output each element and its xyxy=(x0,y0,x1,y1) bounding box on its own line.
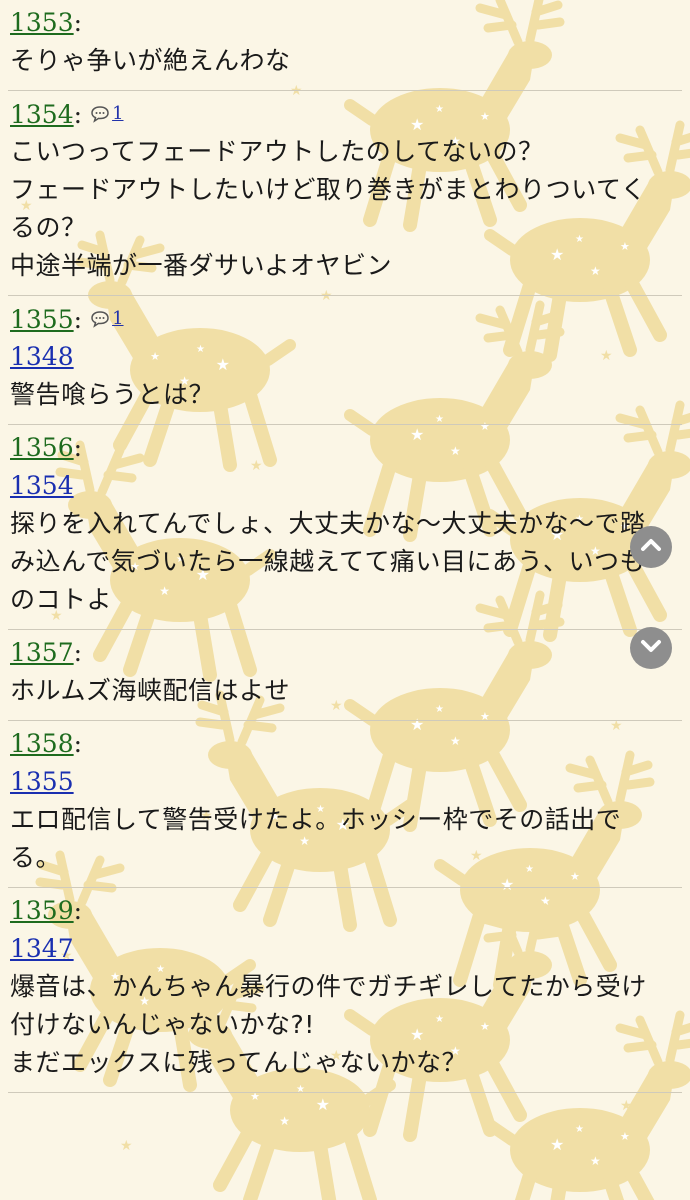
anchor-link[interactable]: 1355 xyxy=(10,763,682,801)
post-body: ホルムズ海峡配信はよせ xyxy=(10,672,682,710)
body-line: そりゃ争いが絶えんわな xyxy=(10,46,291,75)
reply-count-link[interactable]: 1 xyxy=(90,300,124,338)
colon: : xyxy=(73,433,83,462)
body-line: る。 xyxy=(10,843,62,872)
post-body: こいつってフェードアウトしたのしてないの？ フェードアウトしたいけど取り巻きがま… xyxy=(10,133,682,285)
body-line: 付けないんじゃないかな?! xyxy=(10,1010,315,1039)
post-body: エロ配信して警告受けたよ。ホッシー枠でその話出で る。 xyxy=(10,801,682,877)
body-line: 警告喰らうとは？ xyxy=(10,380,215,409)
speech-bubble-icon xyxy=(90,310,110,328)
body-line: こいつってフェードアウトしたのしてないの？ xyxy=(10,137,544,166)
post-body: 探りを入れてんでしょ、大丈夫かな〜大丈夫かな〜で踏 み込んで気づいたら一線越えて… xyxy=(10,505,682,619)
post-number-link[interactable]: 1359 xyxy=(10,892,74,930)
post-1357: 1357: ホルムズ海峡配信はよせ xyxy=(8,630,682,721)
post-header: 1358: xyxy=(10,725,682,763)
post-number-link[interactable]: 1358 xyxy=(10,725,74,763)
post-1355: 1355: 1 1348 警告喰らうとは？ xyxy=(8,296,682,425)
post-header: 1359: xyxy=(10,892,682,930)
thread: 1353: そりゃ争いが絶えんわな 1354: 1 こいつってフェードアウトした… xyxy=(0,0,682,1093)
body-line: 中途半端が一番ダサいよオヤビン xyxy=(10,251,393,280)
anchor-link[interactable]: 1347 xyxy=(10,930,682,968)
post-number-link[interactable]: 1357 xyxy=(10,634,74,672)
colon: : xyxy=(73,638,83,667)
body-line: 探りを入れてんでしょ、大丈夫かな〜大丈夫かな〜で踏 xyxy=(10,509,646,538)
post-body: そりゃ争いが絶えんわな xyxy=(10,42,682,80)
reply-count-link[interactable]: 1 xyxy=(90,95,124,133)
body-line: まだエックスに残ってんじゃないかな？ xyxy=(10,1048,468,1077)
post-number-link[interactable]: 1353 xyxy=(10,4,74,42)
anchor-link[interactable]: 1354 xyxy=(10,467,682,505)
post-header: 1357: xyxy=(10,634,682,672)
post-number-link[interactable]: 1355 xyxy=(10,301,74,339)
post-header: 1356: xyxy=(10,429,682,467)
chevron-up-icon xyxy=(638,532,664,562)
post-body: 爆音は、かんちゃん暴行の件でガチギレしてたから受け 付けないんじゃないかな?! … xyxy=(10,968,682,1082)
body-line: るの？ xyxy=(10,213,87,242)
post-body: 警告喰らうとは？ xyxy=(10,376,682,414)
colon: : xyxy=(73,8,83,37)
anchor-link[interactable]: 1348 xyxy=(10,338,682,376)
post-number-link[interactable]: 1356 xyxy=(10,429,74,467)
scroll-down-button[interactable] xyxy=(630,627,672,669)
post-1353: 1353: そりゃ争いが絶えんわな xyxy=(8,0,682,91)
post-1354: 1354: 1 こいつってフェードアウトしたのしてないの？ フェードアウトしたい… xyxy=(8,91,682,296)
colon: : xyxy=(73,896,83,925)
post-1358: 1358: 1355 エロ配信して警告受けたよ。ホッシー枠でその話出で る。 xyxy=(8,721,682,888)
post-header: 1353: xyxy=(10,4,682,42)
speech-bubble-icon xyxy=(90,105,110,123)
post-number-link[interactable]: 1354 xyxy=(10,96,74,134)
body-line: のコトよ xyxy=(10,585,113,614)
scroll-up-button[interactable] xyxy=(630,526,672,568)
chevron-down-icon xyxy=(638,633,664,663)
colon: : xyxy=(73,305,83,334)
body-line: フェードアウトしたいけど取り巻きがまとわりついてく xyxy=(10,175,647,204)
post-1356: 1356: 1354 探りを入れてんでしょ、大丈夫かな〜大丈夫かな〜で踏 み込ん… xyxy=(8,425,682,630)
reply-count: 1 xyxy=(112,308,124,329)
reply-count: 1 xyxy=(112,103,124,124)
colon: : xyxy=(73,729,83,758)
body-line: ホルムズ海峡配信はよせ xyxy=(10,676,291,705)
post-header: 1355: 1 xyxy=(10,300,682,338)
body-line: 爆音は、かんちゃん暴行の件でガチギレしてたから受け xyxy=(10,972,647,1001)
colon: : xyxy=(73,100,83,129)
body-line: エロ配信して警告受けたよ。ホッシー枠でその話出で xyxy=(10,805,622,834)
body-line: み込んで気づいたら一線越えてて痛い目にあう、いつも xyxy=(10,547,646,576)
post-header: 1354: 1 xyxy=(10,95,682,133)
post-1359: 1359: 1347 爆音は、かんちゃん暴行の件でガチギレしてたから受け 付けな… xyxy=(8,888,682,1093)
